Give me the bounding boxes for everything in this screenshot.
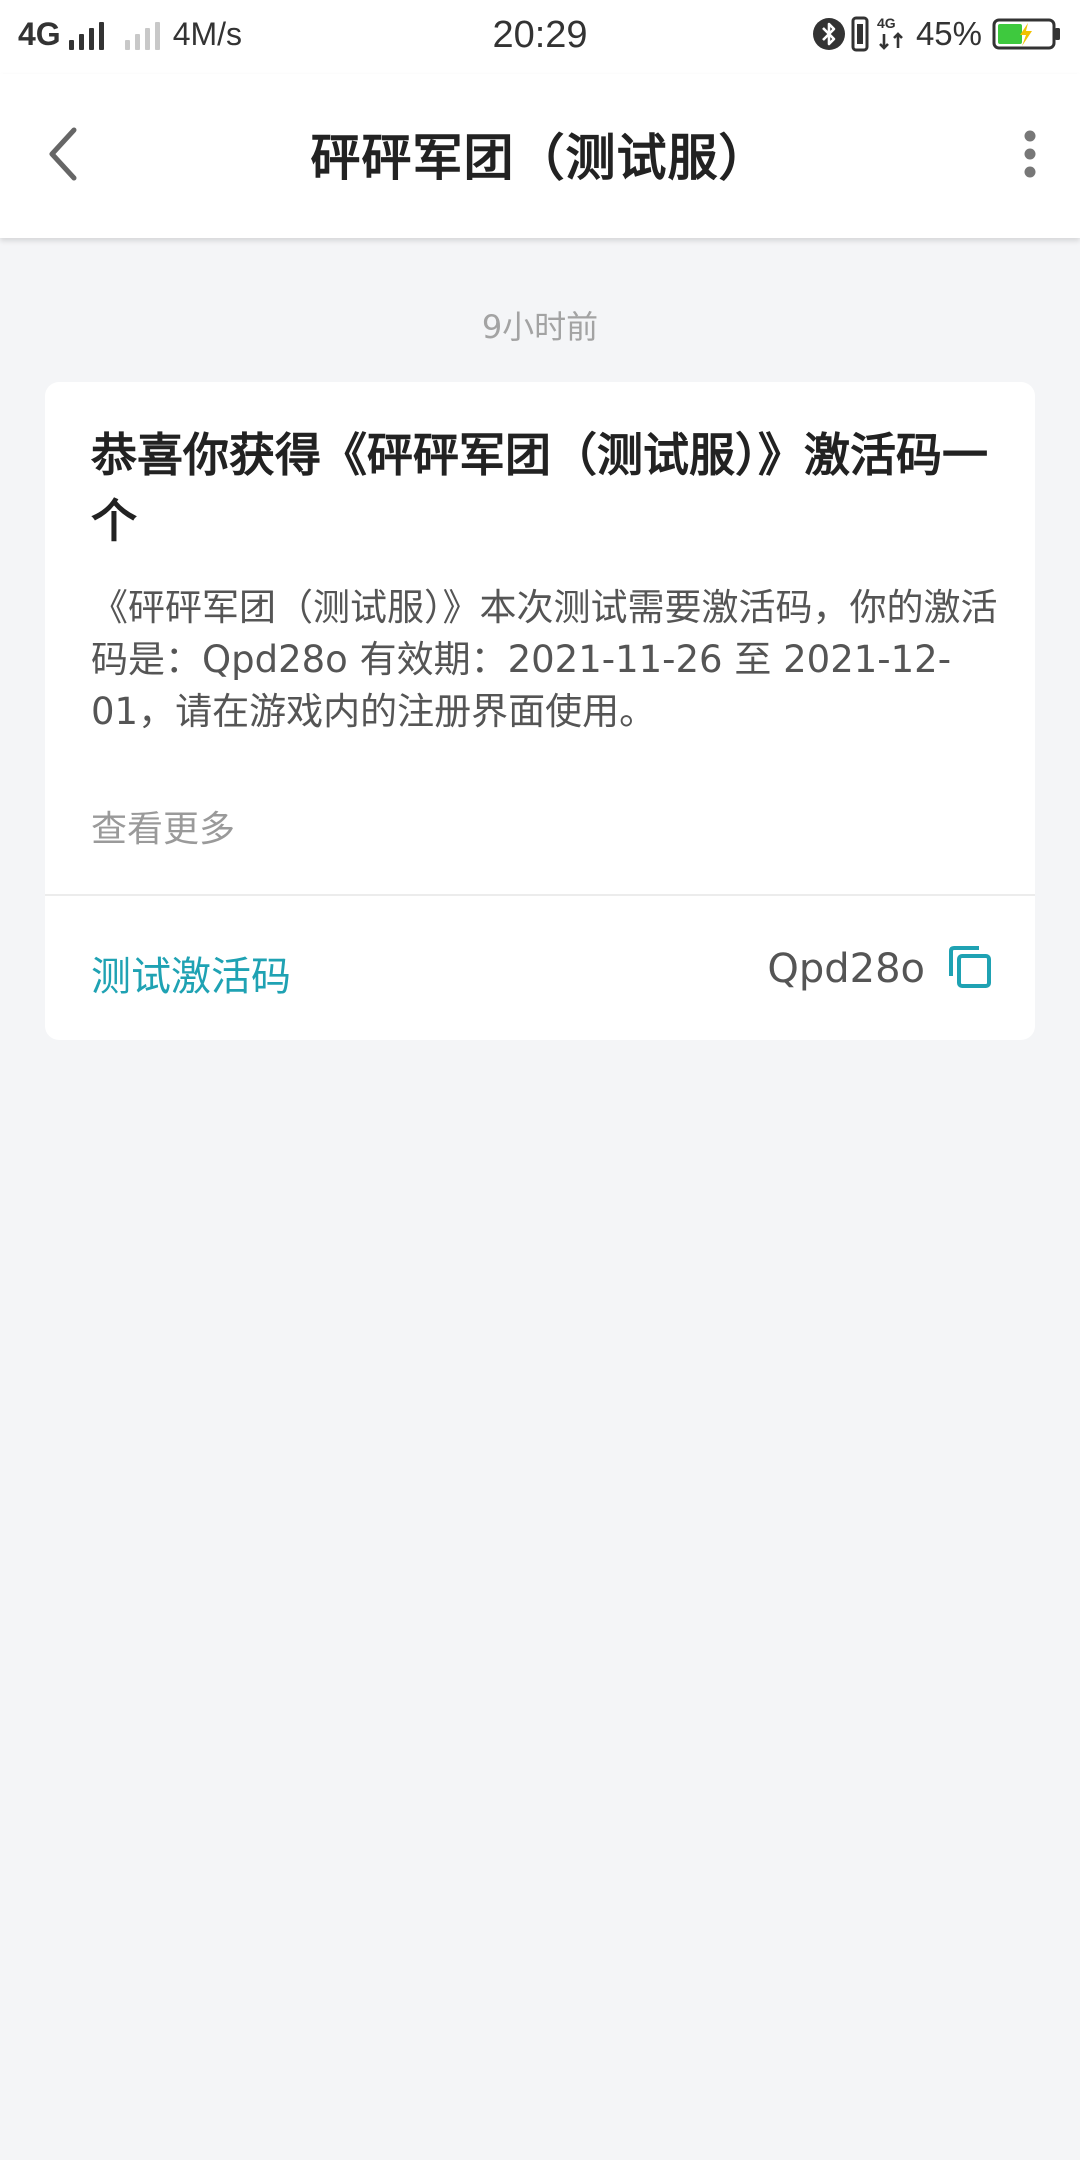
message-title: 恭喜你获得《砰砰军团（测试服）》激活码一个 [91, 428, 988, 548]
message-body: 《砰砰军团（测试服）》本次测试需要激活码，你的激活码是：Qpd28o 有效期：2… [91, 586, 998, 733]
battery-percent: 45% [915, 15, 982, 52]
copy-code-button[interactable] [945, 942, 995, 992]
view-more-link[interactable]: 查看更多 [91, 800, 235, 852]
secondary-network-label: 4G [877, 15, 896, 31]
vibrate-phone-icon [850, 16, 870, 52]
activation-code-label: 测试激活码 [91, 954, 291, 1000]
activation-code-value: Qpd28o [767, 946, 925, 992]
page-title: 砰砰军团（测试服） [310, 129, 770, 187]
message-card: 恭喜你获得《砰砰军团（测试服）》激活码一个 《砰砰军团（测试服）》本次测试需要激… [45, 382, 1035, 1040]
more-vertical-icon [1024, 130, 1036, 178]
message-time: 9小时前 [481, 308, 599, 346]
more-options-button[interactable] [990, 124, 1050, 184]
copy-icon [949, 946, 991, 988]
bluetooth-icon [812, 15, 846, 53]
status-right: 4G 45% [812, 14, 1062, 54]
battery-charging-icon [992, 17, 1062, 51]
card-divider [45, 894, 1035, 896]
cellular-data-icon: 4G [876, 14, 908, 54]
app-header: 砰砰军团（测试服） [0, 74, 1080, 238]
status-bar: 4G 4M/s 20:29 4G 45% [0, 0, 1080, 74]
